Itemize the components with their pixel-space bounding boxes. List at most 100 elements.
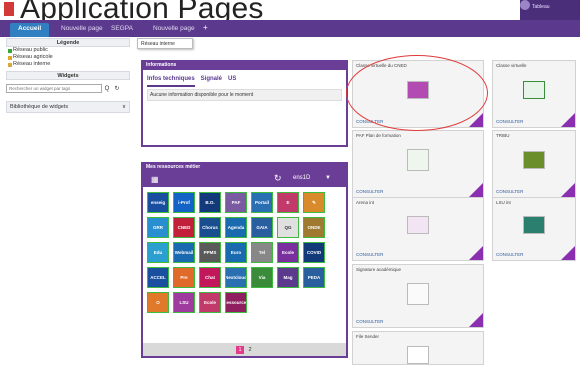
resource-tile[interactable]: i-Prof xyxy=(173,192,195,213)
refresh-icon[interactable]: ↻ xyxy=(274,173,282,184)
consult-button[interactable]: CONSULTER xyxy=(496,119,523,124)
info-tabs: Infos techniques Signalé US xyxy=(143,70,346,87)
legend-item: Réseau public xyxy=(6,47,130,54)
app-card-title: File Sender xyxy=(356,334,380,339)
widget-library[interactable]: Bibliothèque de widgets ∨ xyxy=(6,101,130,113)
resources-panel-title: Mes ressources métier xyxy=(143,164,346,172)
legend-label: Réseau public xyxy=(13,47,48,53)
tab-accueil[interactable]: Accueil xyxy=(10,23,50,37)
corner-flag-icon xyxy=(561,183,575,197)
resource-tile[interactable]: Ressources xyxy=(225,292,247,313)
app-card-lsu[interactable]: LSU int CONSULTER xyxy=(492,197,576,261)
resource-tile[interactable]: GRR xyxy=(147,217,169,238)
paf-icon xyxy=(407,149,429,171)
refresh-icon[interactable]: ↻ xyxy=(112,85,122,92)
consult-button[interactable]: CONSULTER xyxy=(356,319,383,324)
search-icon[interactable]: Q xyxy=(102,86,112,92)
page-1[interactable]: 1 xyxy=(236,346,244,354)
app-card-classe-virtuelle[interactable]: Classe virtuelle CONSULTER xyxy=(492,60,576,128)
consult-button[interactable]: CONSULTER xyxy=(356,252,383,257)
corner-flag-icon xyxy=(469,246,483,260)
resource-tile[interactable]: CNED xyxy=(173,217,195,238)
resource-tile[interactable]: PEDA xyxy=(303,267,325,288)
widget-search: Q ↻ xyxy=(6,84,130,93)
resource-tile[interactable]: LSU xyxy=(173,292,195,313)
network-dropdown-item[interactable]: Réseau interne xyxy=(137,38,193,49)
app-card-paf[interactable]: PAF Plan de formation CONSULTER xyxy=(352,130,484,198)
resource-tile[interactable]: Mag xyxy=(277,267,299,288)
app-card-tribu[interactable]: TRIBU CONSULTER xyxy=(492,130,576,198)
info-panel-title: Informations xyxy=(143,62,346,70)
resource-tile[interactable]: Agenda xyxy=(225,217,247,238)
app-card-title: Classe virtuelle xyxy=(496,63,527,68)
resource-tile[interactable]: E xyxy=(277,192,299,213)
app-card-arena[interactable]: Arena int CONSULTER xyxy=(352,197,484,261)
tab-signale[interactable]: Signalé xyxy=(201,76,222,87)
top-header: Application Pages Tableau xyxy=(0,0,580,25)
tab-us[interactable]: US xyxy=(228,76,236,87)
profile-selector[interactable]: ens1D xyxy=(293,175,310,181)
network-icon xyxy=(8,62,12,67)
app-card-signature[interactable]: Signature académique CONSULTER xyxy=(352,264,484,328)
resource-tile[interactable]: ONDE xyxy=(303,217,325,238)
resource-tile[interactable]: PPMS xyxy=(199,242,221,263)
chevron-down-icon: ∨ xyxy=(121,104,126,110)
resource-tile[interactable]: Euro xyxy=(225,242,247,263)
resource-tile[interactable]: enseig xyxy=(147,192,169,213)
network-icon xyxy=(8,55,12,60)
resource-tile[interactable]: Tel xyxy=(251,242,273,263)
page-2[interactable]: 2 xyxy=(246,346,254,354)
left-sidebar: Légende Réseau public Réseau agricole Ré… xyxy=(6,38,130,113)
resource-grid: enseig i-Prof B.O. PAF Portail E ✎ GRR CNED Choru… xyxy=(147,192,325,313)
chevron-down-icon[interactable]: ▼ xyxy=(325,175,331,181)
consult-button[interactable]: CONSULTER xyxy=(496,252,523,257)
resource-tile[interactable]: Ecole xyxy=(199,292,221,313)
resource-tile[interactable]: ✎ xyxy=(303,192,325,213)
app-card-title: PAF Plan de formation xyxy=(356,133,401,138)
resource-tile[interactable]: Chorus xyxy=(199,217,221,238)
user-icon xyxy=(520,0,530,10)
resource-tile[interactable]: B.O. xyxy=(199,192,221,213)
tribu-icon xyxy=(523,151,545,169)
app-card-filesender[interactable]: File Sender xyxy=(352,331,484,365)
resource-tile[interactable]: O xyxy=(147,292,169,313)
add-tab-button[interactable]: + xyxy=(203,23,208,32)
highlight-ring xyxy=(346,55,488,131)
legend-item: Réseau agricole xyxy=(6,54,130,61)
corner-flag-icon xyxy=(561,113,575,127)
via-icon xyxy=(523,81,545,99)
tab-infos-techniques[interactable]: Infos techniques xyxy=(147,76,195,87)
resource-tile[interactable]: Pre xyxy=(173,267,195,288)
tab-nouvelle-page-2[interactable]: Nouvelle page xyxy=(153,23,195,37)
resource-tile[interactable]: Via xyxy=(251,267,273,288)
legend-label: Réseau agricole xyxy=(13,54,53,60)
resource-tile[interactable]: Edu xyxy=(147,242,169,263)
legend-item: Réseau interne xyxy=(6,61,130,68)
resource-tile[interactable]: QG xyxy=(277,217,299,238)
resource-tile[interactable]: Webmail xyxy=(173,242,195,263)
network-icon xyxy=(8,48,12,53)
resource-tile[interactable]: Portail xyxy=(251,192,273,213)
resource-tile[interactable]: GAIA xyxy=(251,217,273,238)
resource-tile[interactable]: Ecole xyxy=(277,242,299,263)
resource-tile[interactable]: Nextcloud xyxy=(225,267,247,288)
consult-button[interactable]: CONSULTER xyxy=(356,189,383,194)
resource-tile[interactable]: Chat xyxy=(199,267,221,288)
info-panel: Informations Infos techniques Signalé US… xyxy=(141,60,348,147)
legend-label: Réseau interne xyxy=(13,61,51,67)
tab-segpa[interactable]: SEGPA xyxy=(111,23,133,37)
filesender-icon xyxy=(407,346,429,364)
lsu-icon xyxy=(523,216,545,234)
app-logo xyxy=(4,2,14,16)
widget-search-input[interactable] xyxy=(6,84,102,93)
corner-flag-icon xyxy=(561,246,575,260)
tab-nouvelle-page-1[interactable]: Nouvelle page xyxy=(61,23,103,37)
resource-tile[interactable]: COVID xyxy=(303,242,325,263)
nav-bar: Accueil Nouvelle page SEGPA Nouvelle pag… xyxy=(0,20,580,37)
resource-tile[interactable]: ACCEL xyxy=(147,267,169,288)
app-card-title: LSU int xyxy=(496,200,511,205)
grid-icon[interactable]: ▦ xyxy=(151,175,159,184)
resource-tile[interactable]: PAF xyxy=(225,192,247,213)
user-menu[interactable]: Tableau xyxy=(520,0,580,20)
consult-button[interactable]: CONSULTER xyxy=(496,189,523,194)
